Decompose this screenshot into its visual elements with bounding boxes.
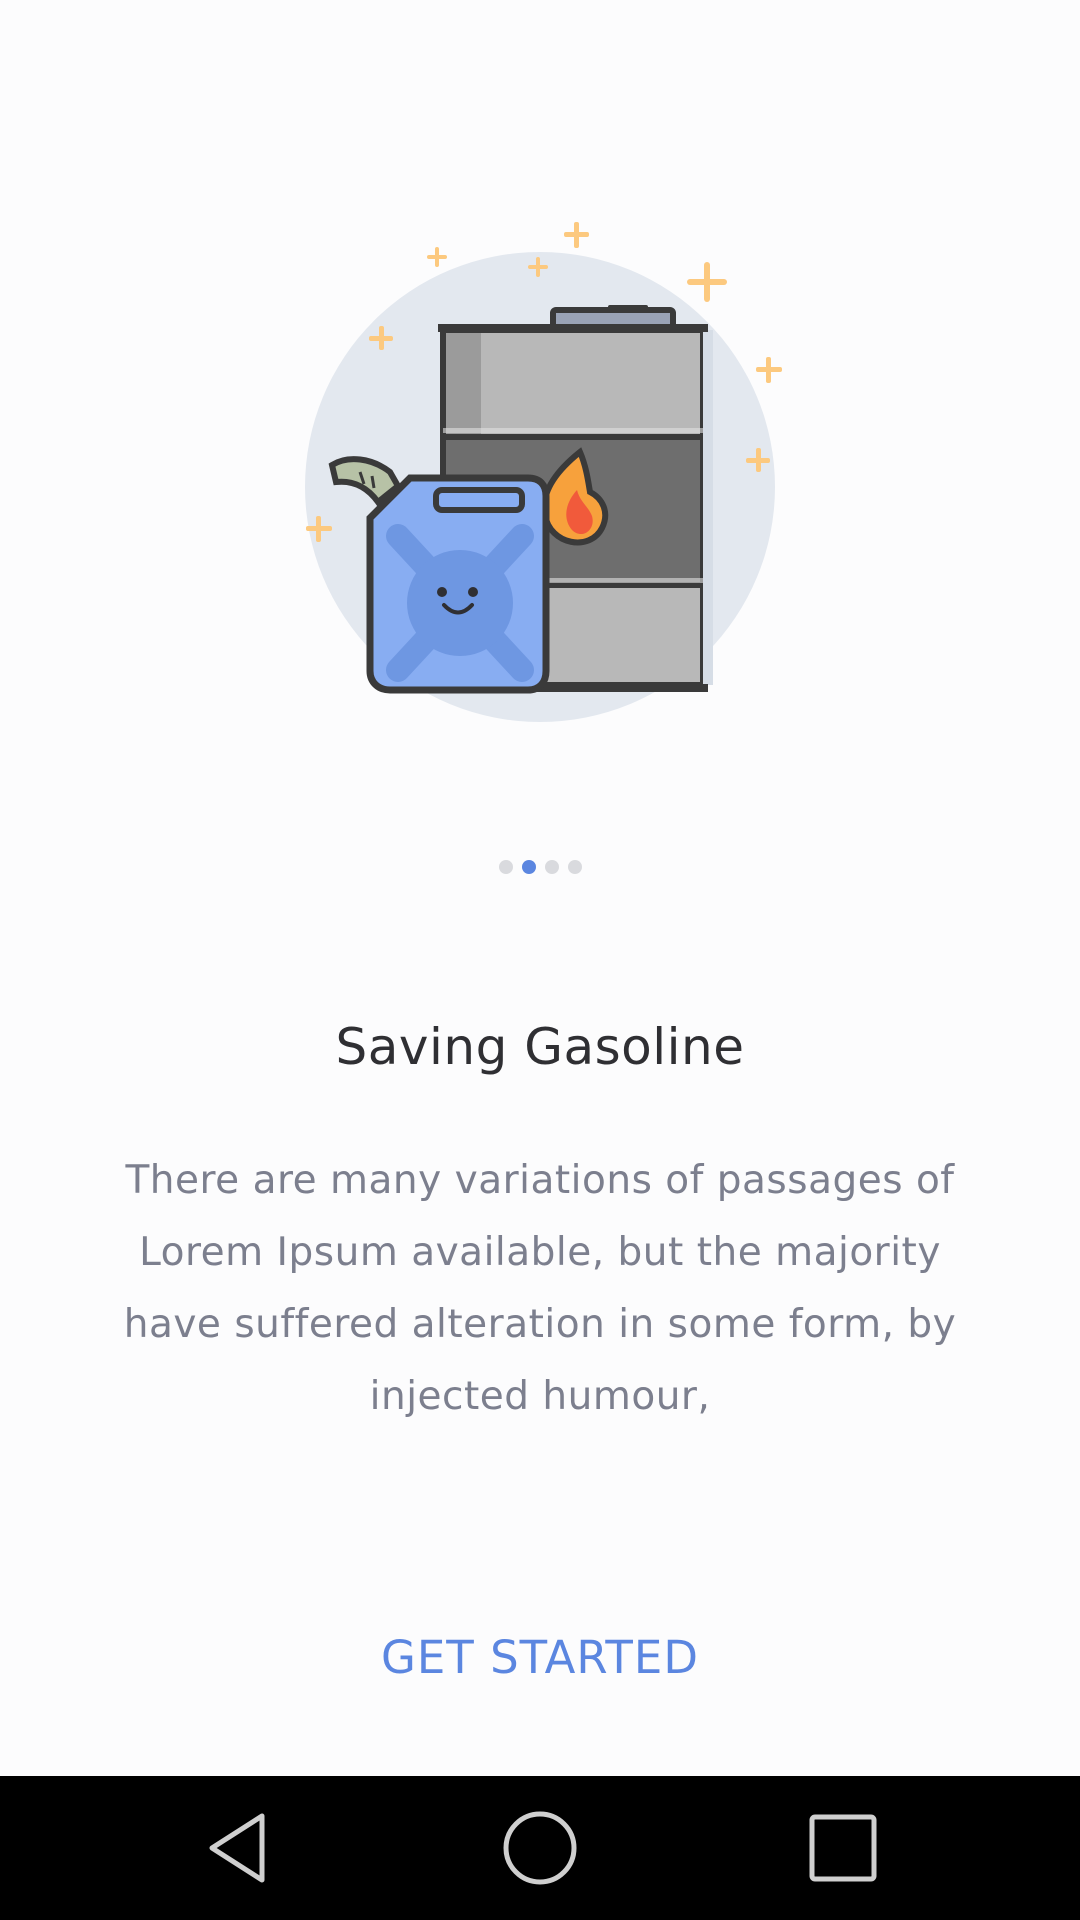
page-dot-1[interactable] — [498, 860, 513, 874]
page-dot-3[interactable] — [544, 860, 559, 874]
back-triangle-icon — [209, 1813, 265, 1883]
onboarding-screen: Saving Gasoline There are many variation… — [0, 0, 1080, 1920]
fuel-illustration — [305, 222, 782, 722]
home-circle-icon — [503, 1811, 577, 1885]
page-indicator — [0, 860, 1080, 874]
page-title: Saving Gasoline — [335, 1018, 745, 1076]
nav-home-button[interactable] — [470, 1776, 610, 1920]
nav-recents-button[interactable] — [773, 1776, 913, 1920]
recents-square-icon — [809, 1814, 877, 1882]
nav-back-button[interactable] — [170, 1776, 310, 1920]
page-dot-2-active[interactable] — [521, 860, 536, 874]
page-dot-4[interactable] — [567, 860, 582, 874]
system-navigation-bar — [0, 1776, 1080, 1920]
get-started-button[interactable]: GET STARTED — [290, 1618, 790, 1698]
onboarding-illustration — [290, 200, 790, 740]
description-text: There are many variations of passages of… — [123, 1158, 957, 1419]
